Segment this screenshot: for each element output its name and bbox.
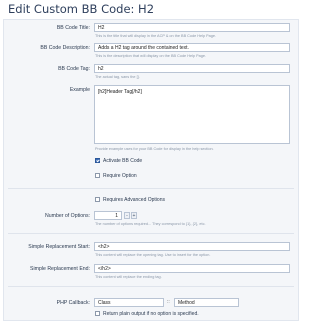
- plain-output-label: Return plain output if no option is spec…: [103, 311, 199, 317]
- num-options-hint: The number of options required... They c…: [95, 222, 206, 226]
- num-options-input[interactable]: 1: [94, 211, 122, 220]
- example-hint: Provide example uses for your BB Code fo…: [95, 147, 214, 151]
- php-callback-class-input[interactable]: Class: [94, 298, 164, 307]
- replacement-end-input[interactable]: </h2>: [94, 264, 290, 273]
- require-option-label: Require Option: [103, 173, 137, 179]
- requires-advanced-checkbox[interactable]: [95, 197, 100, 202]
- description-label: BB Code Description:: [40, 45, 90, 51]
- description-input[interactable]: Adds a H2 tag around the contained text.: [94, 43, 290, 52]
- num-options-label: Number of Options:: [45, 213, 90, 219]
- activate-label: Activate BB Code: [103, 158, 143, 164]
- decrement-button[interactable]: -: [124, 212, 130, 219]
- increment-button[interactable]: +: [131, 212, 137, 219]
- replacement-start-input[interactable]: <h2>: [94, 242, 290, 251]
- divider: [8, 188, 294, 189]
- replacement-end-label: Simple Replacement End:: [30, 266, 90, 272]
- replacement-start-label: Simple Replacement Start:: [28, 244, 90, 250]
- title-hint: This is the title that will display in t…: [95, 34, 217, 38]
- description-hint: This is the description that will displa…: [95, 54, 207, 58]
- tag-input[interactable]: h2: [94, 64, 290, 73]
- bbcode-form: BB Code Title: H2 This is the title that…: [3, 19, 299, 321]
- example-label: Example: [69, 87, 90, 93]
- title-label: BB Code Title:: [56, 25, 90, 31]
- plain-output-checkbox[interactable]: [95, 311, 100, 316]
- page-title: Edit Custom BB Code: H2: [8, 2, 155, 16]
- require-option-checkbox[interactable]: [95, 173, 100, 178]
- requires-advanced-label: Requires Advanced Options: [103, 197, 165, 203]
- divider: [8, 286, 294, 287]
- php-callback-label: PHP Callback:: [56, 300, 90, 306]
- example-textarea[interactable]: [h2]Header Tag[/h2]: [94, 85, 290, 144]
- replacement-start-hint: This content will replace the opening ta…: [95, 253, 211, 257]
- replacement-end-hint: This content will replace the ending tag…: [95, 275, 162, 279]
- tag-hint: The actual tag, sans the [].: [95, 75, 140, 79]
- activate-checkbox[interactable]: [95, 158, 100, 163]
- php-callback-method-input[interactable]: Method: [174, 298, 239, 307]
- callback-separator: ::: [167, 299, 170, 305]
- title-input[interactable]: H2: [94, 23, 290, 32]
- tag-label: BB Code Tag:: [58, 66, 90, 72]
- divider: [8, 233, 294, 234]
